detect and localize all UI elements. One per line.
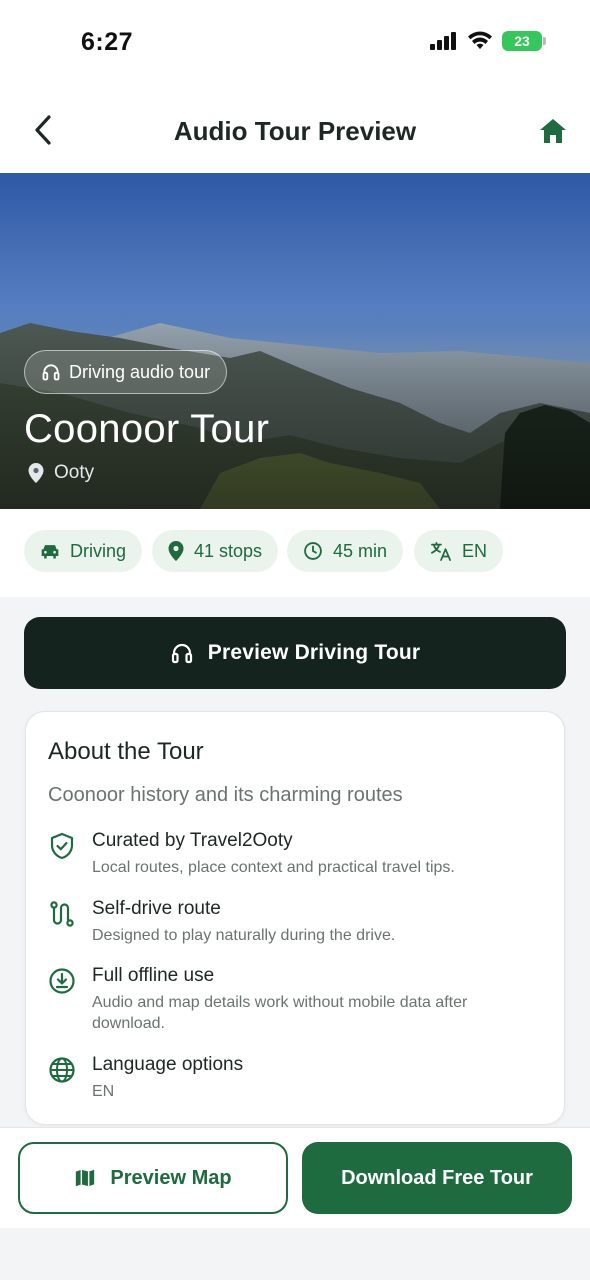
location-label: Ooty	[54, 462, 95, 483]
map-pin-icon	[168, 541, 184, 561]
map-pin-icon	[28, 463, 44, 483]
chip-stops: 41 stops	[152, 530, 279, 572]
download-free-tour-label: Download Free Tour	[341, 1166, 533, 1189]
feature-title: Full offline use	[92, 965, 215, 986]
about-subtitle: Coonoor history and its charming routes	[48, 784, 403, 806]
tour-type-label: Driving audio tour	[69, 361, 211, 382]
tour-info-chips: Driving 41 stops 45 min EN	[0, 509, 590, 597]
preview-driving-tour-label: Preview Driving Tour	[207, 641, 421, 664]
chip-duration-label: 45 min	[333, 540, 388, 561]
feature-desc: Designed to play naturally during the dr…	[92, 927, 396, 944]
home-button[interactable]	[538, 116, 568, 146]
preview-driving-tour-button[interactable]: Preview Driving Tour	[24, 617, 566, 689]
feature-title: Curated by Travel2Ooty	[92, 830, 293, 851]
nav-bar: Audio Tour Preview	[0, 88, 590, 173]
about-tour-card: About the Tour Coonoor history and its c…	[25, 711, 565, 1125]
feature-desc: Audio and map details work without mobil…	[92, 994, 468, 1032]
globe-icon	[49, 1057, 75, 1083]
battery-level: 23	[514, 33, 530, 49]
tour-title: Coonoor Tour	[24, 407, 270, 451]
translate-icon	[431, 541, 451, 561]
shield-check-icon	[50, 832, 74, 860]
about-heading: About the Tour	[48, 738, 204, 765]
status-bar: 6:27 23	[0, 0, 590, 88]
clock-icon	[304, 542, 322, 560]
download-circle-icon	[49, 968, 75, 994]
hero-banner: Driving audio tour Coonoor Tour Ooty	[0, 173, 590, 509]
signal-icon	[430, 32, 456, 50]
preview-map-button[interactable]: Preview Map	[18, 1142, 288, 1214]
chip-language-label: EN	[462, 540, 488, 561]
bottom-action-bar: Preview Map Download Free Tour	[0, 1127, 590, 1228]
chip-language: EN	[414, 530, 504, 572]
feature-desc: EN	[92, 1083, 115, 1100]
feature-item: Language options EN	[48, 1054, 542, 1102]
battery-indicator: 23	[502, 31, 546, 51]
feature-title: Language options	[92, 1054, 244, 1075]
tour-location: Ooty	[28, 462, 94, 484]
headphones-icon	[171, 643, 192, 664]
chip-stops-label: 41 stops	[194, 540, 263, 561]
map-icon	[76, 1169, 95, 1187]
chip-mode-label: Driving	[70, 540, 127, 561]
chip-mode: Driving	[24, 530, 143, 572]
wifi-icon	[468, 31, 492, 49]
feature-item: Self-drive route Designed to play natura…	[48, 898, 542, 946]
route-icon	[50, 901, 74, 927]
headphones-icon	[42, 364, 60, 381]
tour-type-badge: Driving audio tour	[24, 350, 228, 394]
hero-landscape-image	[0, 173, 590, 509]
status-time: 6:27	[81, 28, 134, 56]
chip-duration: 45 min	[287, 530, 404, 572]
home-icon	[540, 119, 566, 143]
preview-map-label: Preview Map	[110, 1166, 232, 1189]
feature-item: Full offline use Audio and map details w…	[48, 965, 542, 1034]
page-title: Audio Tour Preview	[173, 116, 417, 146]
feature-desc: Local routes, place context and practica…	[92, 859, 455, 876]
feature-title: Self-drive route	[92, 898, 221, 919]
download-free-tour-button[interactable]: Download Free Tour	[302, 1142, 572, 1214]
feature-item: Curated by Travel2Ooty Local routes, pla…	[48, 830, 542, 878]
car-icon	[41, 545, 59, 559]
